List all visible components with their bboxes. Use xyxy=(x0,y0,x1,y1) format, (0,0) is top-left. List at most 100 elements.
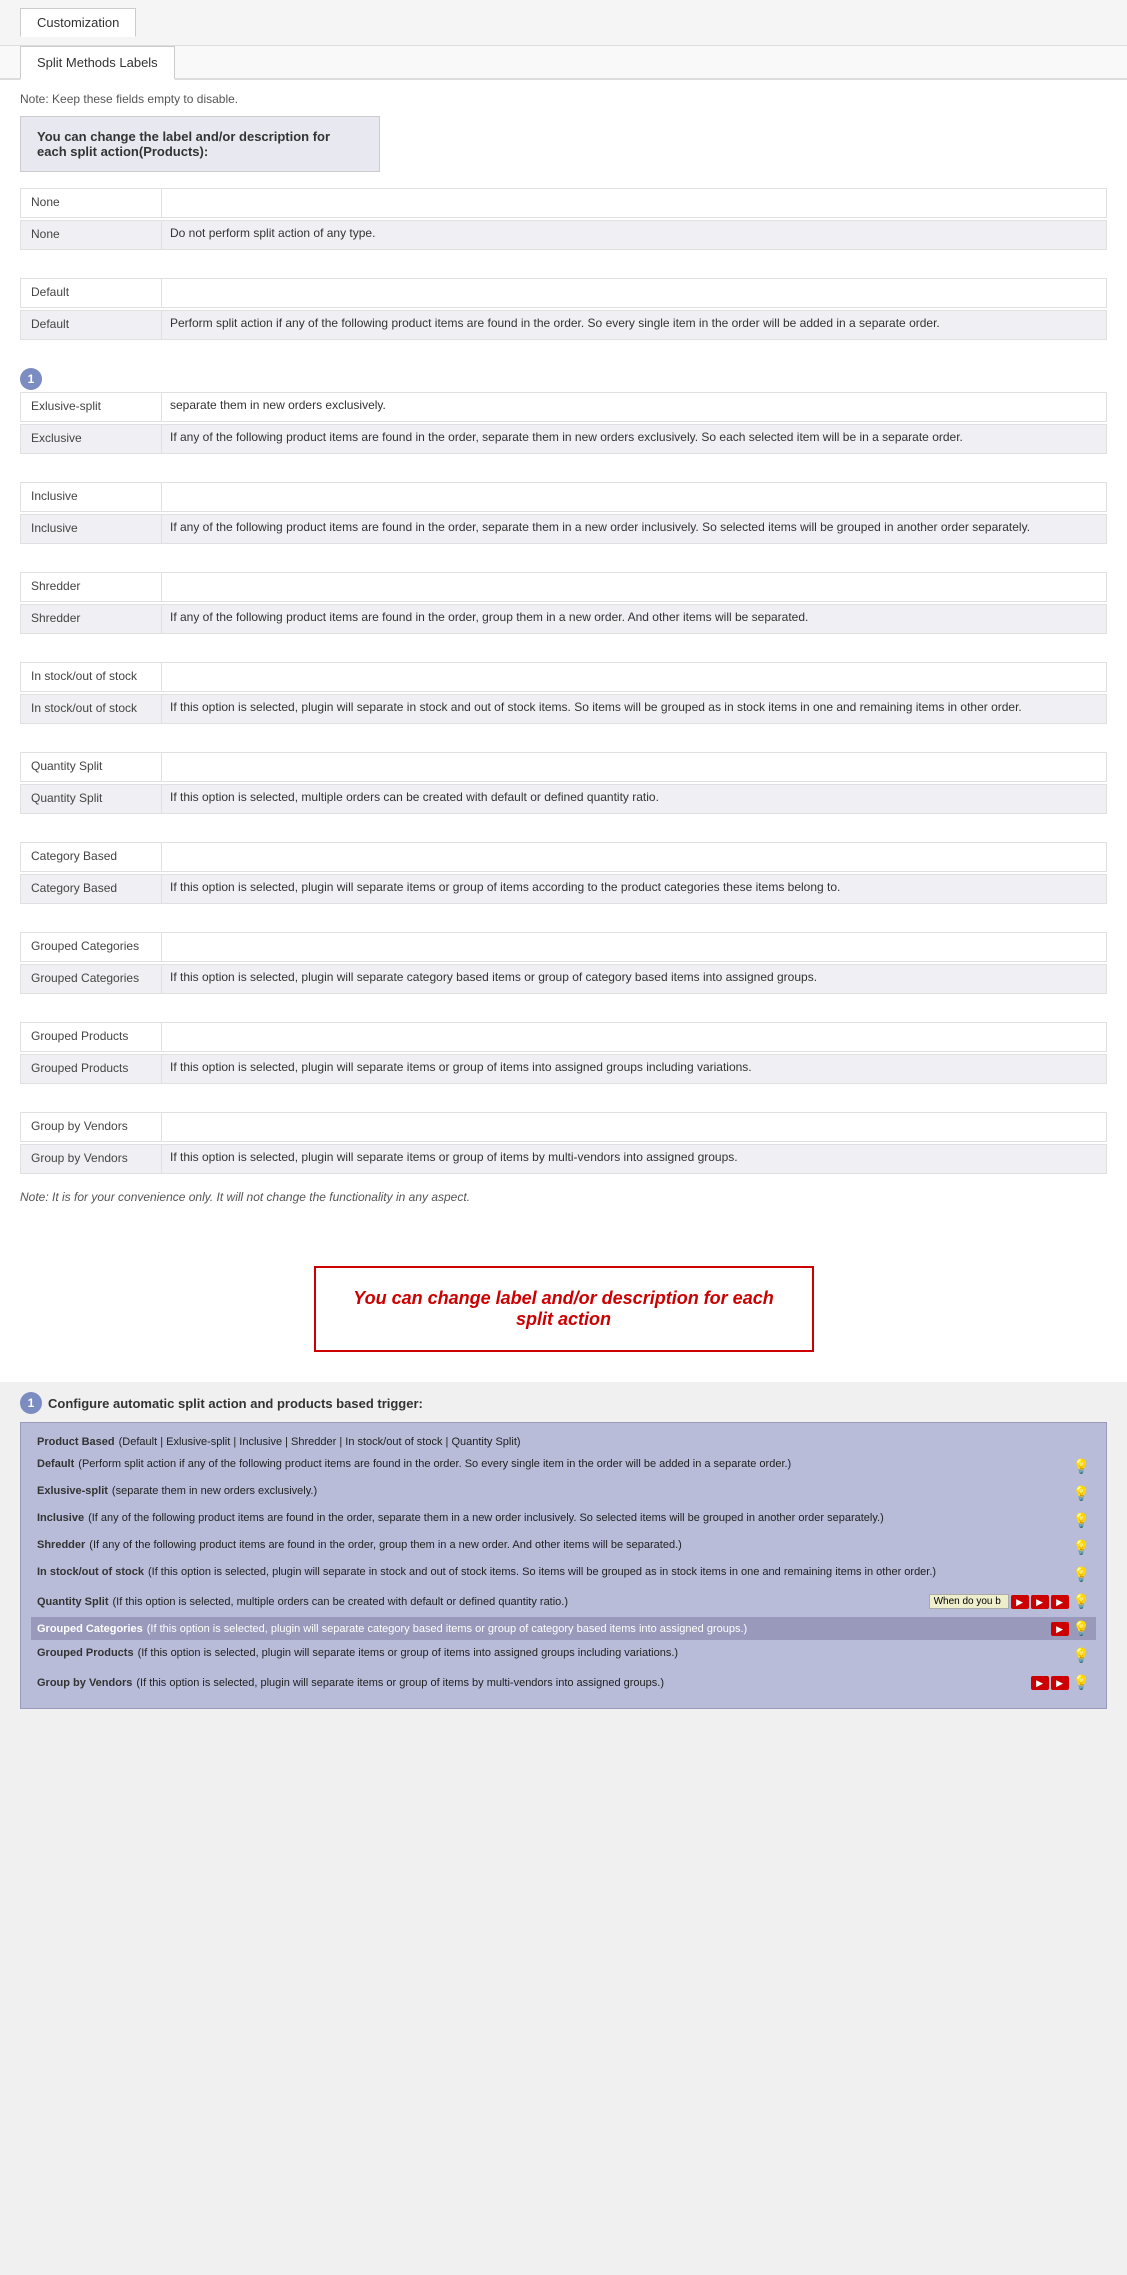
config-header: 1 Configure automatic split action and p… xyxy=(20,1392,1107,1414)
quantity-btn-1[interactable]: ▶ xyxy=(1011,1595,1029,1609)
customization-tab[interactable]: Customization xyxy=(20,8,136,37)
shredder-input[interactable] xyxy=(161,573,1106,601)
grouped-cat-actions: ▶ xyxy=(1049,1622,1069,1636)
config-header-text: Configure automatic split action and pro… xyxy=(48,1396,423,1411)
quantity-btn-2[interactable]: ▶ xyxy=(1031,1595,1049,1609)
config-row-quantity: Quantity Split (If this option is select… xyxy=(31,1590,1096,1613)
promo-text: You can change label and/or description … xyxy=(336,1288,792,1330)
config-label-grouped-cat: Grouped Categories xyxy=(37,1623,143,1635)
config-desc-grouped-prod: (If this option is selected, plugin will… xyxy=(138,1647,1069,1659)
note-top: Note: Keep these fields empty to disable… xyxy=(20,92,1107,106)
quantity-config-icon: 💡 xyxy=(1073,1593,1090,1610)
category-based-input[interactable] xyxy=(161,843,1106,871)
instock-readonly-row: In stock/out of stock If this option is … xyxy=(20,694,1107,724)
quantity-split-readonly-desc: If this option is selected, multiple ord… xyxy=(161,785,1106,813)
shredder-readonly-row: Shredder If any of the following product… xyxy=(20,604,1107,634)
shredder-editable-row: Shredder xyxy=(20,572,1107,602)
split-groups: None None Do not perform split action of… xyxy=(20,188,1107,1174)
main-content: Note: Keep these fields empty to disable… xyxy=(0,80,1127,1216)
grouped-categories-readonly-desc: If this option is selected, plugin will … xyxy=(161,965,1106,993)
group-by-vendors-readonly-label: Group by Vendors xyxy=(21,1145,161,1173)
instock-readonly-label: In stock/out of stock xyxy=(21,695,161,723)
exclusive-editable-row: Exlusive-split separate them in new orde… xyxy=(20,392,1107,422)
grouped-products-input[interactable] xyxy=(161,1023,1106,1051)
top-nav: Customization xyxy=(0,0,1127,46)
grouped-products-label: Grouped Products xyxy=(21,1023,161,1051)
group-default: Default Default Perform split action if … xyxy=(20,278,1107,340)
config-row-product-based: Product Based (Default | Exlusive-split … xyxy=(31,1433,1096,1451)
config-desc-product-based: (Default | Exlusive-split | Inclusive | … xyxy=(119,1436,1090,1448)
none-input[interactable] xyxy=(161,189,1106,217)
category-based-readonly-desc: If this option is selected, plugin will … xyxy=(161,875,1106,903)
config-desc-shredder: (If any of the following product items a… xyxy=(89,1539,1068,1551)
none-label: None xyxy=(21,189,161,217)
inclusive-config-icon: 💡 xyxy=(1073,1512,1090,1529)
vendors-btn-1[interactable]: ▶ xyxy=(1031,1676,1049,1690)
config-label-shredder: Shredder xyxy=(37,1539,85,1551)
instock-editable-row: In stock/out of stock xyxy=(20,662,1107,692)
exclusive-config-icon: 💡 xyxy=(1073,1485,1090,1502)
vendors-btn-2[interactable]: ▶ xyxy=(1051,1676,1069,1690)
grouped-categories-input[interactable] xyxy=(161,933,1106,961)
grouped-categories-editable-row: Grouped Categories xyxy=(20,932,1107,962)
grouped-prod-config-icon: 💡 xyxy=(1073,1647,1090,1664)
config-label-vendors: Group by Vendors xyxy=(37,1677,132,1689)
inclusive-readonly-desc: If any of the following product items ar… xyxy=(161,515,1106,543)
instock-config-icon: 💡 xyxy=(1073,1566,1090,1583)
none-readonly-row: None Do not perform split action of any … xyxy=(20,220,1107,250)
info-box: You can change the label and/or descript… xyxy=(20,116,380,172)
exclusive-readonly-desc: If any of the following product items ar… xyxy=(161,425,1106,453)
inclusive-editable-row: Inclusive xyxy=(20,482,1107,512)
group-by-vendors: Group by Vendors Group by Vendors If thi… xyxy=(20,1112,1107,1174)
config-label-default: Default xyxy=(37,1458,74,1470)
inclusive-readonly-label: Inclusive xyxy=(21,515,161,543)
config-row-instock: In stock/out of stock (If this option is… xyxy=(31,1563,1096,1586)
exclusive-label: Exlusive-split xyxy=(21,393,161,421)
group-instock: In stock/out of stock In stock/out of st… xyxy=(20,662,1107,724)
config-label-exclusive: Exlusive-split xyxy=(37,1485,108,1497)
shredder-readonly-label: Shredder xyxy=(21,605,161,633)
promo-box: You can change label and/or description … xyxy=(314,1266,814,1352)
shredder-label: Shredder xyxy=(21,573,161,601)
config-desc-grouped-cat: (If this option is selected, plugin will… xyxy=(147,1623,1045,1635)
shredder-config-icon: 💡 xyxy=(1073,1539,1090,1556)
grouped-categories-label: Grouped Categories xyxy=(21,933,161,961)
group-grouped-categories: Grouped Categories Grouped Categories If… xyxy=(20,932,1107,994)
group-by-vendors-readonly-row: Group by Vendors If this option is selec… xyxy=(20,1144,1107,1174)
note-bottom: Note: It is for your convenience only. I… xyxy=(20,1190,1107,1204)
default-readonly-desc: Perform split action if any of the follo… xyxy=(161,311,1106,339)
config-desc-vendors: (If this option is selected, plugin will… xyxy=(136,1677,1024,1689)
grouped-products-readonly-label: Grouped Products xyxy=(21,1055,161,1083)
group-by-vendors-editable-row: Group by Vendors xyxy=(20,1112,1107,1142)
group-none: None None Do not perform split action of… xyxy=(20,188,1107,250)
quantity-split-input[interactable] xyxy=(161,753,1106,781)
instock-input[interactable] xyxy=(161,663,1106,691)
split-methods-labels-tab[interactable]: Split Methods Labels xyxy=(20,46,175,80)
inclusive-input[interactable] xyxy=(161,483,1106,511)
exclusive-readonly-label: Exclusive xyxy=(21,425,161,453)
sub-nav: Split Methods Labels xyxy=(0,46,1127,80)
category-based-readonly-label: Category Based xyxy=(21,875,161,903)
quantity-split-readonly-label: Quantity Split xyxy=(21,785,161,813)
grouped-cat-btn-1[interactable]: ▶ xyxy=(1051,1622,1069,1636)
config-row-default: Default (Perform split action if any of … xyxy=(31,1455,1096,1478)
config-desc-inclusive: (If any of the following product items a… xyxy=(88,1512,1068,1524)
quantity-inline-input[interactable] xyxy=(929,1594,1009,1609)
config-row-grouped-prod: Grouped Products (If this option is sele… xyxy=(31,1644,1096,1667)
exclusive-input[interactable]: separate them in new orders exclusively. xyxy=(161,393,1106,421)
grouped-products-editable-row: Grouped Products xyxy=(20,1022,1107,1052)
quantity-split-readonly-row: Quantity Split If this option is selecte… xyxy=(20,784,1107,814)
vendors-config-icon: 💡 xyxy=(1073,1674,1090,1691)
shredder-readonly-desc: If any of the following product items ar… xyxy=(161,605,1106,633)
group-by-vendors-label: Group by Vendors xyxy=(21,1113,161,1141)
exclusive-readonly-row: Exclusive If any of the following produc… xyxy=(20,424,1107,454)
config-row-exclusive: Exlusive-split (separate them in new ord… xyxy=(31,1482,1096,1505)
quantity-split-label: Quantity Split xyxy=(21,753,161,781)
default-input[interactable] xyxy=(161,279,1106,307)
grouped-products-readonly-desc: If this option is selected, plugin will … xyxy=(161,1055,1106,1083)
config-row-shredder: Shredder (If any of the following produc… xyxy=(31,1536,1096,1559)
quantity-btn-3[interactable]: ▶ xyxy=(1051,1595,1069,1609)
group-by-vendors-input[interactable] xyxy=(161,1113,1106,1141)
config-row-grouped-cat: Grouped Categories (If this option is se… xyxy=(31,1617,1096,1640)
config-section: 1 Configure automatic split action and p… xyxy=(20,1392,1107,1709)
